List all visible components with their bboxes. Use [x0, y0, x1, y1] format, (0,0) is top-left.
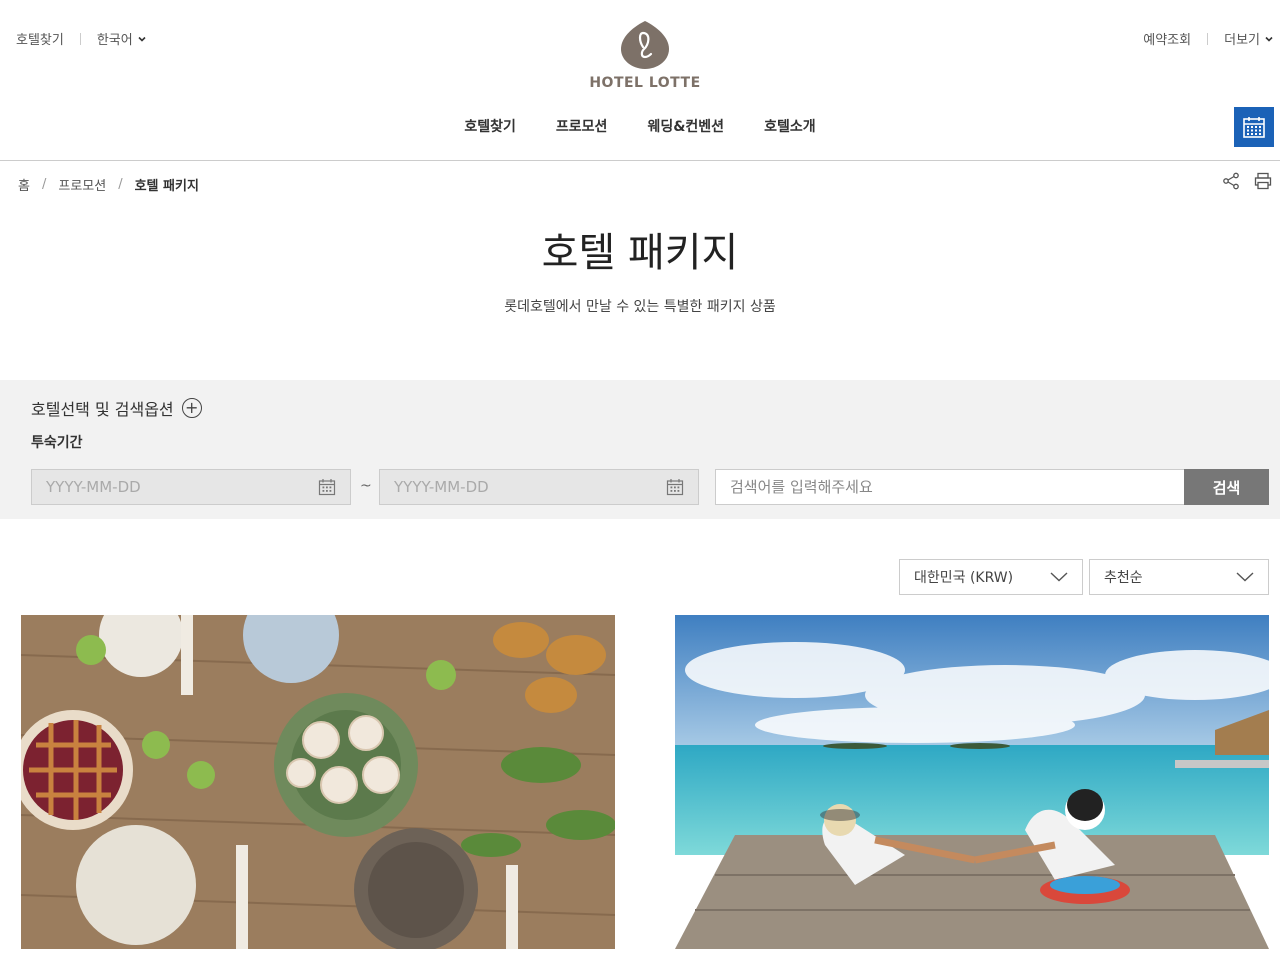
sort-value: 추천순 [1104, 570, 1143, 586]
header-divider [0, 160, 1280, 161]
chevron-down-icon [1236, 572, 1254, 582]
check-out-placeholder: YYYY-MM-DD [394, 478, 489, 496]
breadcrumb-promotion[interactable]: 프로모션 [58, 175, 106, 194]
check-in-placeholder: YYYY-MM-DD [46, 478, 141, 496]
nav-item-hotel-intro[interactable]: 호텔소개 [764, 116, 816, 136]
breadcrumb-home[interactable]: 홈 [18, 175, 30, 194]
hotel-lotte-logo[interactable]: HOTEL LOTTE [585, 19, 705, 91]
calendar-icon [666, 479, 684, 496]
package-card-image-dining[interactable] [21, 615, 615, 949]
keyword-search-input[interactable] [715, 469, 1184, 505]
language-selector[interactable]: 한국어 [97, 29, 147, 48]
currency-select[interactable]: 대한민국 (KRW) [899, 559, 1083, 595]
more-menu[interactable]: 더보기 [1224, 29, 1274, 48]
page-subtitle: 롯데호텔에서 만날 수 있는 특별한 패키지 상품 [504, 299, 776, 315]
calendar-icon [318, 479, 336, 496]
chevron-down-icon [1265, 36, 1273, 42]
chevron-down-icon [1050, 572, 1068, 582]
sort-select[interactable]: 추천순 [1089, 559, 1269, 595]
currency-value: 대한민국 (KRW) [914, 570, 1014, 586]
reservation-check-link[interactable]: 예약조회 [1143, 29, 1191, 48]
search-panel: 호텔선택 및 검색옵션 + 투숙기간 YYYY-MM-DD ~ YYYY-MM-… [0, 380, 1280, 519]
stay-period-label: 투숙기간 [31, 435, 83, 451]
main-nav: 호텔찾기 프로모션 웨딩&컨벤션 호텔소개 [0, 116, 1280, 136]
utility-nav-right: 예약조회 더보기 [1143, 29, 1274, 48]
check-in-date-field[interactable]: YYYY-MM-DD [31, 469, 351, 505]
search-button[interactable]: 검색 [1184, 469, 1269, 505]
calendar-icon [1243, 117, 1265, 138]
divider [79, 32, 81, 45]
breadcrumb-separator: / [41, 177, 47, 192]
lotte-logo-icon [621, 21, 669, 69]
reservation-calendar-button[interactable] [1234, 107, 1274, 147]
breadcrumb-separator: / [118, 177, 123, 192]
search-options-title: 호텔선택 및 검색옵션 [31, 400, 174, 419]
ocean-resort-photo [675, 615, 1269, 949]
nav-item-find-hotel[interactable]: 호텔찾기 [464, 116, 516, 136]
page-tools [1222, 172, 1272, 190]
utility-nav-left: 호텔찾기 한국어 [16, 29, 147, 48]
find-hotel-link[interactable]: 호텔찾기 [16, 29, 64, 48]
nav-item-wedding-convention[interactable]: 웨딩&컨벤션 [647, 116, 724, 136]
print-icon[interactable] [1254, 172, 1272, 190]
more-label: 더보기 [1224, 33, 1260, 48]
language-label: 한국어 [96, 33, 133, 48]
dining-table-photo [21, 615, 615, 949]
breadcrumb-current: 호텔 패키지 [134, 179, 199, 194]
date-range-separator: ~ [360, 478, 372, 494]
breadcrumb: 홈 / 프로모션 / 호텔 패키지 [18, 175, 199, 194]
page-title: 호텔 패키지 [541, 230, 739, 276]
chevron-down-icon [138, 36, 146, 42]
check-out-date-field[interactable]: YYYY-MM-DD [379, 469, 699, 505]
plus-icon: + [181, 398, 202, 418]
divider [1207, 32, 1209, 45]
nav-item-promotion[interactable]: 프로모션 [556, 116, 608, 136]
brand-name: HOTEL LOTTE [589, 75, 701, 91]
package-card-image-resort[interactable] [675, 615, 1269, 949]
share-icon[interactable] [1222, 172, 1240, 190]
search-options-toggle[interactable]: 호텔선택 및 검색옵션 + [31, 396, 202, 420]
